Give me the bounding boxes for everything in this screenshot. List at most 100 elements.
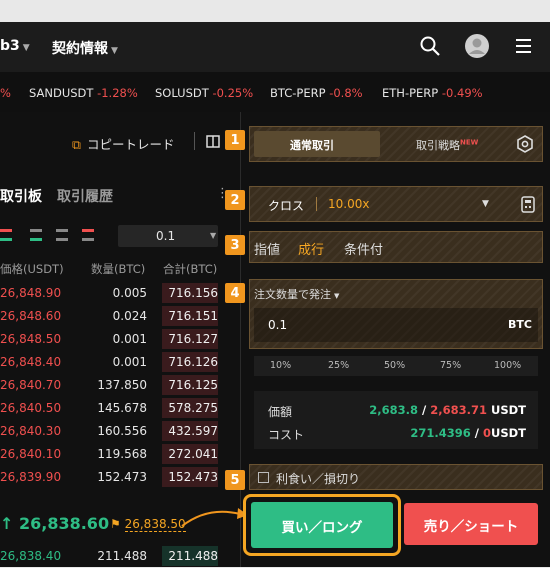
quantity-mode-label: 注文数量で発注 (254, 288, 331, 301)
amount-unit: USDT (490, 403, 526, 417)
curved-arrow-icon (181, 508, 248, 527)
buy-button-highlight: 買い／ロング (243, 494, 401, 556)
header-quantity: 数量(BTC) (91, 262, 146, 276)
orderbook-price: 26,840.70 (0, 378, 62, 392)
orderbook-price: 26,840.10 (0, 447, 62, 461)
copy-trade-link[interactable]: ⧉ コピートレード (72, 134, 174, 153)
percent-button-10[interactable]: 10% (270, 360, 291, 371)
flag-icon: ⚑ (110, 517, 121, 531)
tab-orderbook[interactable]: 取引板 (0, 186, 42, 206)
orderbook-price: 26,840.50 (0, 401, 62, 415)
order-type-limit[interactable]: 指値 (254, 239, 280, 258)
buy-long-label: 買い／ロング (281, 520, 363, 536)
avatar[interactable] (464, 33, 490, 59)
orderbook-total: 432.597 (168, 424, 218, 438)
menu-item-contract-info[interactable]: 契約情報 ▼ (52, 38, 118, 58)
tab-trade-history[interactable]: 取引履歴 (57, 186, 113, 206)
orderbook-row[interactable]: 26,848.40 0.001 716.126 (0, 351, 240, 374)
price-precision-select[interactable]: 0.1 ▼ (118, 225, 218, 247)
percent-button-100[interactable]: 100% (494, 360, 521, 371)
amount-label: 価額 (268, 405, 293, 419)
margin-mode-value: クロス (268, 199, 305, 213)
amount-separator: / (418, 403, 431, 417)
book-icon[interactable] (206, 135, 220, 148)
calculator-icon[interactable] (521, 196, 535, 213)
orderbook-price: 26,840.30 (0, 424, 62, 438)
orderbook-row[interactable]: 26,840.30 160.556 432.597 (0, 420, 240, 443)
orderbook-row[interactable]: 26,848.60 0.024 716.151 (0, 305, 240, 328)
orderbook-row[interactable]: 26,848.90 0.005 716.156 (0, 282, 240, 305)
view-both-icon[interactable] (0, 229, 12, 241)
orderbook-total: 152.473 (168, 470, 218, 484)
ticker-item[interactable]: ETH-PERP -0.49% (382, 86, 483, 100)
amount-value: 2,683.8 / 2,683.71 USDT (369, 403, 526, 417)
view-asks-icon[interactable] (82, 229, 94, 241)
orderbook-total: 578.275 (168, 401, 218, 415)
mark-price: ⚑ 26,838.50 (110, 517, 186, 532)
tab-normal-trade[interactable]: 通常取引 (254, 131, 380, 157)
quantity-mode-selector[interactable]: 注文数量で発注 ▼ (254, 286, 339, 302)
orderbook-row[interactable]: 26,838.40 211.488 211.488 (0, 545, 240, 568)
orderbook-row[interactable]: 26,839.90 152.473 152.473 (0, 466, 240, 489)
percent-button-25[interactable]: 25% (328, 360, 349, 371)
orderbook-quantity: 152.473 (97, 470, 147, 484)
chevron-down-icon: ▼ (334, 292, 340, 300)
orderbook-row[interactable]: 26,840.10 119.568 272.041 (0, 443, 240, 466)
buy-long-button[interactable]: 買い／ロング (251, 502, 393, 548)
chevron-down-icon: ▼ (111, 46, 118, 56)
ticker-item[interactable]: SOLUSDT -0.25% (155, 86, 253, 100)
search-icon[interactable] (420, 36, 440, 56)
pane-divider (240, 112, 241, 567)
step-badge-5: 5 (225, 470, 245, 490)
ticker-item[interactable]: SANDUSDT -1.28% (29, 86, 138, 100)
ticker-symbol: SOLUSDT (155, 86, 209, 100)
step-badge-2: 2 (225, 190, 245, 210)
order-type-conditional[interactable]: 条件付 (344, 239, 383, 258)
tp-sl-option[interactable]: 利食い／損切り (249, 464, 543, 490)
percent-button-50[interactable]: 50% (384, 360, 405, 371)
orderbook-quantity: 0.005 (112, 286, 147, 300)
orderbook-row[interactable]: 26,840.50 145.678 578.275 (0, 397, 240, 420)
percent-buttons: 10% 25% 50% 75% 100% (254, 356, 538, 376)
tab-strategy[interactable]: 取引戦略NEW (416, 137, 478, 153)
tp-sl-checkbox[interactable] (258, 472, 269, 483)
ticker-change: -0.25% (212, 86, 254, 100)
orderbook-price: 26,848.90 (0, 286, 62, 300)
ticker-change: % (0, 86, 11, 100)
orderbook-quantity: 0.024 (112, 309, 147, 323)
orderbook-row[interactable]: 26,848.50 0.001 716.127 (0, 328, 240, 351)
precision-value: 0.1 (156, 229, 176, 243)
tp-sl-label: 利食い／損切り (276, 472, 361, 486)
ticker-strip: % SANDUSDT -1.28% SOLUSDT -0.25% BTC-PER… (0, 72, 550, 113)
hamburger-menu-icon[interactable] (515, 38, 533, 54)
ticker-item[interactable]: BTC-PERP -0.8% (270, 86, 363, 100)
orderbook-price: 26,848.40 (0, 355, 62, 369)
ticker-symbol: SANDUSDT (29, 86, 94, 100)
view-list-icon[interactable] (56, 229, 68, 241)
orderbook-row[interactable]: 26,840.70 137.850 716.125 (0, 374, 240, 397)
percent-button-75[interactable]: 75% (440, 360, 461, 371)
orderbook-total: 716.126 (168, 355, 218, 369)
cost-value: 271.4396 / 0USDT (410, 426, 526, 440)
orderbook-quantity: 0.001 (112, 355, 147, 369)
ticker-symbol: ETH-PERP (382, 86, 439, 100)
cost-unit: USDT (490, 426, 526, 440)
orderbook-quantity: 145.678 (97, 401, 147, 415)
tab-strategy-label: 取引戦略 (416, 139, 460, 152)
order-type-market[interactable]: 成行 (298, 239, 324, 258)
margin-leverage-selector[interactable]: クロス 10.00x ▼ (249, 186, 543, 222)
view-bids-icon[interactable] (30, 229, 42, 241)
leverage-value: 10.00x (328, 197, 370, 211)
quantity-unit: BTC (508, 318, 532, 331)
arrow-up-icon: ↑ (0, 514, 14, 533)
order-type-tabs: 指値 成行 条件付 (249, 231, 543, 263)
settings-icon[interactable] (516, 135, 534, 153)
menu-item-b3[interactable]: b3 ▼ (0, 38, 30, 54)
divider (316, 197, 317, 211)
step-badge-1: 1 (225, 130, 245, 150)
menu-item-b3-label: b3 (0, 38, 20, 54)
ticker-item[interactable]: % (0, 86, 11, 100)
ticker-change: -0.49% (441, 86, 483, 100)
sell-short-button[interactable]: 売り／ショート (404, 503, 538, 545)
quantity-input[interactable]: 0.1 BTC (254, 308, 538, 342)
